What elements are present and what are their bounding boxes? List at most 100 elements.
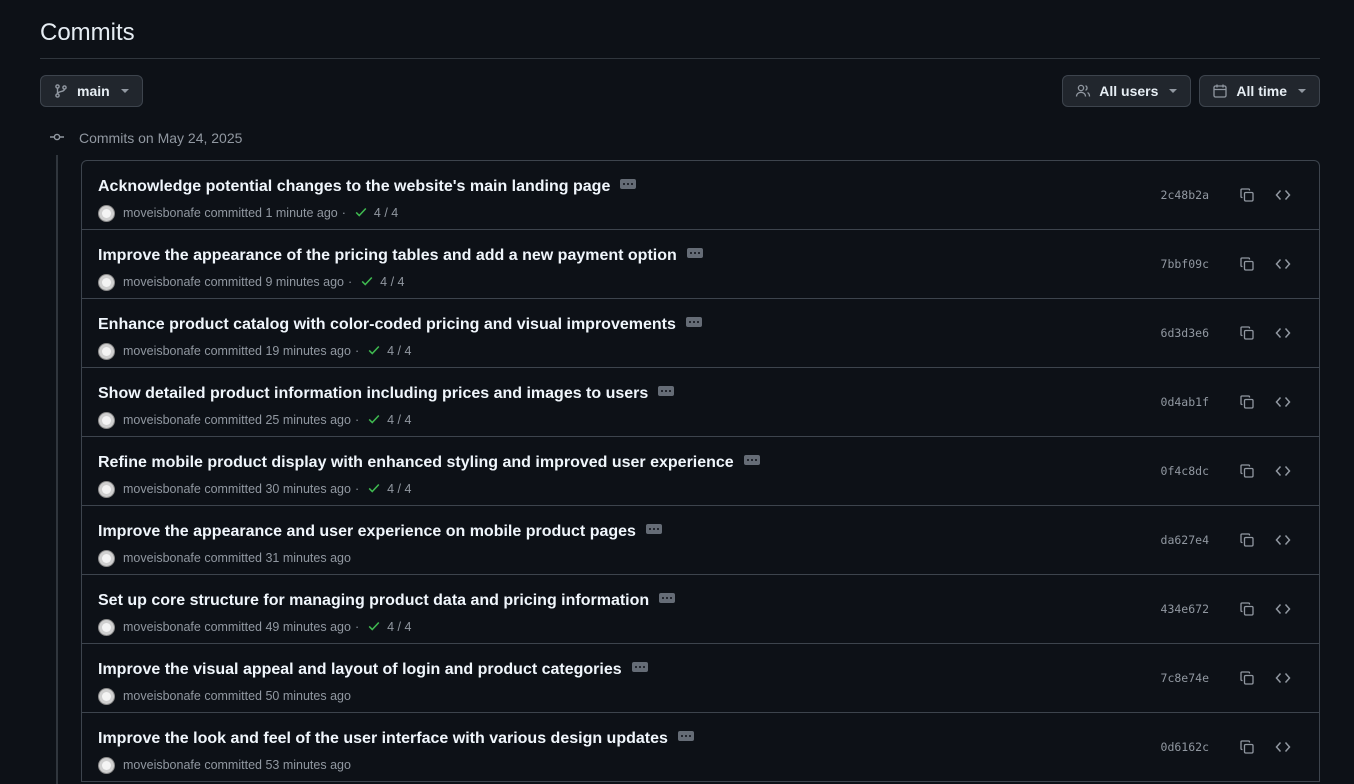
branch-select-button[interactable]: main [40,75,143,107]
copy-icon[interactable] [1235,254,1259,274]
code-icon[interactable] [1271,737,1295,757]
ellipsis-icon[interactable] [743,455,760,465]
copy-icon[interactable] [1235,599,1259,619]
commit-sha-link[interactable]: 7c8e74e [1161,671,1209,685]
checks-status[interactable]: 4 / 4 [354,205,398,222]
commit-author-link[interactable]: moveisbonafe [123,551,201,565]
ellipsis-icon[interactable] [685,317,702,327]
commit-group-header: Commits on May 24, 2025 [40,129,242,147]
commit-action: committed [204,482,262,496]
copy-icon[interactable] [1235,185,1259,205]
code-icon[interactable] [1271,185,1295,205]
commit-sha-link[interactable]: 0d6162c [1161,740,1209,754]
meta-separator: · [354,344,360,358]
commit-meta: moveisbonafe committed 53 minutes ago [98,756,1303,774]
ellipsis-icon[interactable] [686,248,703,258]
copy-icon[interactable] [1235,530,1259,550]
checks-status[interactable]: 4 / 4 [360,274,404,291]
copy-icon[interactable] [1235,392,1259,412]
ellipsis-icon[interactable] [631,662,648,672]
commit-sha-link[interactable]: da627e4 [1161,533,1209,547]
commit-message-link[interactable]: Acknowledge potential changes to the web… [98,178,610,196]
filter-buttons: All users All time [1062,75,1320,107]
commit-meta: moveisbonafe committed 50 minutes ago [98,687,1303,705]
branch-label: main [77,83,110,99]
commit-time: 1 minute ago [265,206,338,220]
commit-sha-link[interactable]: 0f4c8dc [1161,464,1209,478]
code-icon[interactable] [1271,461,1295,481]
commit-message-link[interactable]: Set up core structure for managing produ… [98,592,649,610]
commit-sha-link[interactable]: 0d4ab1f [1161,395,1209,409]
code-icon[interactable] [1271,668,1295,688]
commit-author-link[interactable]: moveisbonafe [123,758,201,772]
commit-message-link[interactable]: Improve the appearance of the pricing ta… [98,247,677,265]
commit-meta: moveisbonafe committed 30 minutes ago · … [98,480,1303,498]
code-icon[interactable] [1271,530,1295,550]
people-icon [1075,83,1091,99]
commit-author-link[interactable]: moveisbonafe [123,620,201,634]
commit-message-link[interactable]: Improve the visual appeal and layout of … [98,661,622,679]
commit-actions: da627e4 [1161,530,1295,550]
commit-message-link[interactable]: Enhance product catalog with color-coded… [98,316,676,334]
avatar[interactable] [98,687,115,705]
commit-sha-link[interactable]: 6d3d3e6 [1161,326,1209,340]
code-icon[interactable] [1271,323,1295,343]
commit-actions: 7bbf09c [1161,254,1295,274]
avatar[interactable] [98,549,115,567]
ellipsis-icon[interactable] [659,593,676,603]
commit-message-line: Acknowledge potential changes to the web… [98,177,1303,197]
copy-icon[interactable] [1235,737,1259,757]
ellipsis-icon[interactable] [645,524,662,534]
commit-action: committed [204,689,262,703]
code-icon[interactable] [1271,254,1295,274]
commit-sha-link[interactable]: 7bbf09c [1161,257,1209,271]
commit-message-line: Enhance product catalog with color-coded… [98,315,1303,335]
avatar[interactable] [98,756,115,774]
commit-author-link[interactable]: moveisbonafe [123,275,201,289]
commit-author-link[interactable]: moveisbonafe [123,689,201,703]
ellipsis-icon[interactable] [677,731,694,741]
meta-separator: · [354,413,360,427]
checks-status[interactable]: 4 / 4 [367,619,411,636]
commit-author-link[interactable]: moveisbonafe [123,413,201,427]
commit-sha-link[interactable]: 2c48b2a [1161,188,1209,202]
avatar[interactable] [98,618,115,636]
avatar[interactable] [98,480,115,498]
commit-action: committed [204,206,262,220]
commit-actions: 0f4c8dc [1161,461,1295,481]
avatar[interactable] [98,204,115,222]
commit-group-date: Commits on May 24, 2025 [79,130,243,146]
avatar[interactable] [98,342,115,360]
code-icon[interactable] [1271,599,1295,619]
time-filter-button[interactable]: All time [1199,75,1320,107]
checks-status[interactable]: 4 / 4 [367,481,411,498]
checks-status[interactable]: 4 / 4 [367,412,411,429]
commit-row: Set up core structure for managing produ… [82,575,1319,644]
commit-message-link[interactable]: Refine mobile product display with enhan… [98,454,734,472]
ellipsis-icon[interactable] [620,179,637,189]
page-title: Commits [40,19,135,46]
users-filter-button[interactable]: All users [1062,75,1192,107]
commit-author-link[interactable]: moveisbonafe [123,344,201,358]
copy-icon[interactable] [1235,461,1259,481]
commit-time: 30 minutes ago [265,482,351,496]
calendar-icon [1212,83,1228,99]
commit-message-link[interactable]: Show detailed product information includ… [98,385,648,403]
commit-message-line: Improve the appearance of the pricing ta… [98,246,1303,266]
avatar[interactable] [98,411,115,429]
avatar[interactable] [98,273,115,291]
copy-icon[interactable] [1235,323,1259,343]
commit-author-link[interactable]: moveisbonafe [123,482,201,496]
checks-count: 4 / 4 [373,206,399,220]
commit-author-link[interactable]: moveisbonafe [123,206,201,220]
commit-meta: moveisbonafe committed 25 minutes ago · … [98,411,1303,429]
commit-message-line: Show detailed product information includ… [98,384,1303,404]
checks-status[interactable]: 4 / 4 [367,343,411,360]
commit-message-link[interactable]: Improve the appearance and user experien… [98,523,636,541]
copy-icon[interactable] [1235,668,1259,688]
ellipsis-icon[interactable] [658,386,675,396]
commit-action: committed [204,344,262,358]
commit-sha-link[interactable]: 434e672 [1161,602,1209,616]
commit-message-link[interactable]: Improve the look and feel of the user in… [98,730,668,748]
code-icon[interactable] [1271,392,1295,412]
